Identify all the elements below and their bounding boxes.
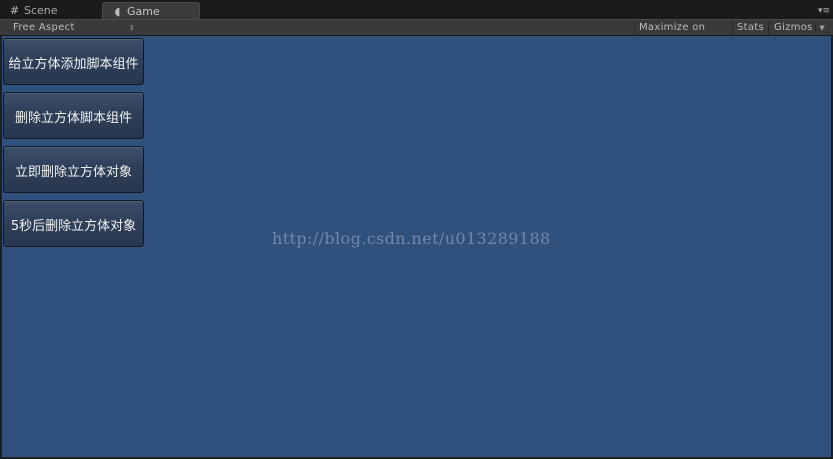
window-tab-bar: # Scene ◖ Game ▾≡: [0, 0, 833, 19]
dropdown-arrows-icon: ⇕: [128, 24, 135, 32]
gizmos-divider: [815, 23, 816, 33]
remove-cube-script-button[interactable]: 删除立方体脚本组件: [3, 92, 144, 139]
watermark-url: http://blog.csdn.net/u013289188: [272, 229, 551, 248]
tab-scene[interactable]: # Scene: [0, 2, 100, 19]
pacman-icon: ◖: [114, 4, 121, 18]
gizmos-dropdown[interactable]: Gizmos ▼: [768, 21, 833, 35]
aspect-dropdown-label: Free Aspect: [13, 22, 75, 33]
gizmos-label: Gizmos: [774, 22, 813, 33]
tab-scene-label: Scene: [24, 4, 58, 17]
game-viewport: 给立方体添加脚本组件 删除立方体脚本组件 立即删除立方体对象 5秒后删除立方体对…: [2, 36, 831, 457]
destroy-cube-now-label: 立即删除立方体对象: [14, 165, 132, 180]
destroy-cube-delayed-label: 5秒后删除立方体对象: [10, 219, 137, 234]
window-menu-icon[interactable]: ▾≡: [818, 6, 830, 16]
grid-icon: #: [9, 4, 20, 17]
aspect-dropdown[interactable]: Free Aspect ⇕: [3, 21, 139, 35]
tab-game-label: Game: [127, 4, 160, 18]
stats-toggle[interactable]: Stats: [732, 21, 768, 35]
destroy-cube-delayed-button[interactable]: 5秒后删除立方体对象: [3, 200, 144, 247]
tab-game[interactable]: ◖ Game: [102, 2, 200, 19]
stats-label: Stats: [737, 22, 765, 33]
chevron-down-icon: ▼: [819, 24, 825, 32]
destroy-cube-now-button[interactable]: 立即删除立方体对象: [3, 146, 144, 193]
remove-cube-script-label: 删除立方体脚本组件: [14, 111, 132, 126]
add-cube-script-label: 给立方体添加脚本组件: [8, 57, 139, 72]
maximize-on-play-toggle[interactable]: Maximize on Play: [634, 21, 732, 47]
add-cube-script-button[interactable]: 给立方体添加脚本组件: [3, 38, 144, 85]
game-view-toolbar: Free Aspect ⇕ Maximize on Play Stats Giz…: [0, 19, 833, 47]
